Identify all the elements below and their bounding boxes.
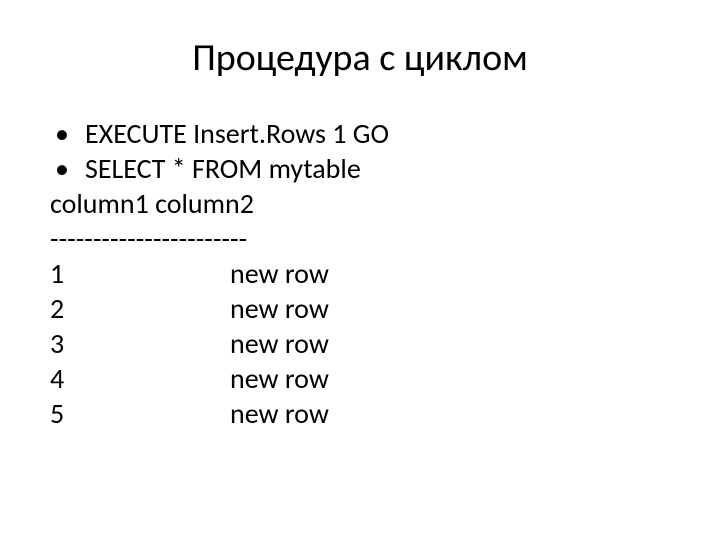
- cell-column2: new row: [230, 326, 329, 361]
- bullet-item: • SELECT * FROM mytable: [50, 151, 670, 186]
- cell-column2: new row: [230, 361, 329, 396]
- bullet-text: EXECUTE Insert.Rows 1 GO: [85, 116, 389, 151]
- table-row: 4 new row: [50, 361, 670, 396]
- table-row: 3 new row: [50, 326, 670, 361]
- cell-column1: 4: [50, 361, 230, 396]
- cell-column1: 5: [50, 396, 230, 431]
- divider-line: -----------------------: [50, 221, 670, 256]
- table-row: 1 new row: [50, 256, 670, 291]
- cell-column1: 1: [50, 256, 230, 291]
- bullet-text: SELECT * FROM mytable: [85, 151, 361, 186]
- slide-title: Процедура с циклом: [50, 35, 670, 81]
- columns-header: column1 column2: [50, 186, 670, 221]
- cell-column2: new row: [230, 291, 329, 326]
- table-row: 5 new row: [50, 396, 670, 431]
- bullet-marker: •: [50, 151, 85, 186]
- cell-column1: 2: [50, 291, 230, 326]
- slide-content: • EXECUTE Insert.Rows 1 GO • SELECT * FR…: [50, 116, 670, 431]
- table-row: 2 new row: [50, 291, 670, 326]
- cell-column2: new row: [230, 396, 329, 431]
- bullet-item: • EXECUTE Insert.Rows 1 GO: [50, 116, 670, 151]
- cell-column2: new row: [230, 256, 329, 291]
- cell-column1: 3: [50, 326, 230, 361]
- bullet-marker: •: [50, 116, 85, 151]
